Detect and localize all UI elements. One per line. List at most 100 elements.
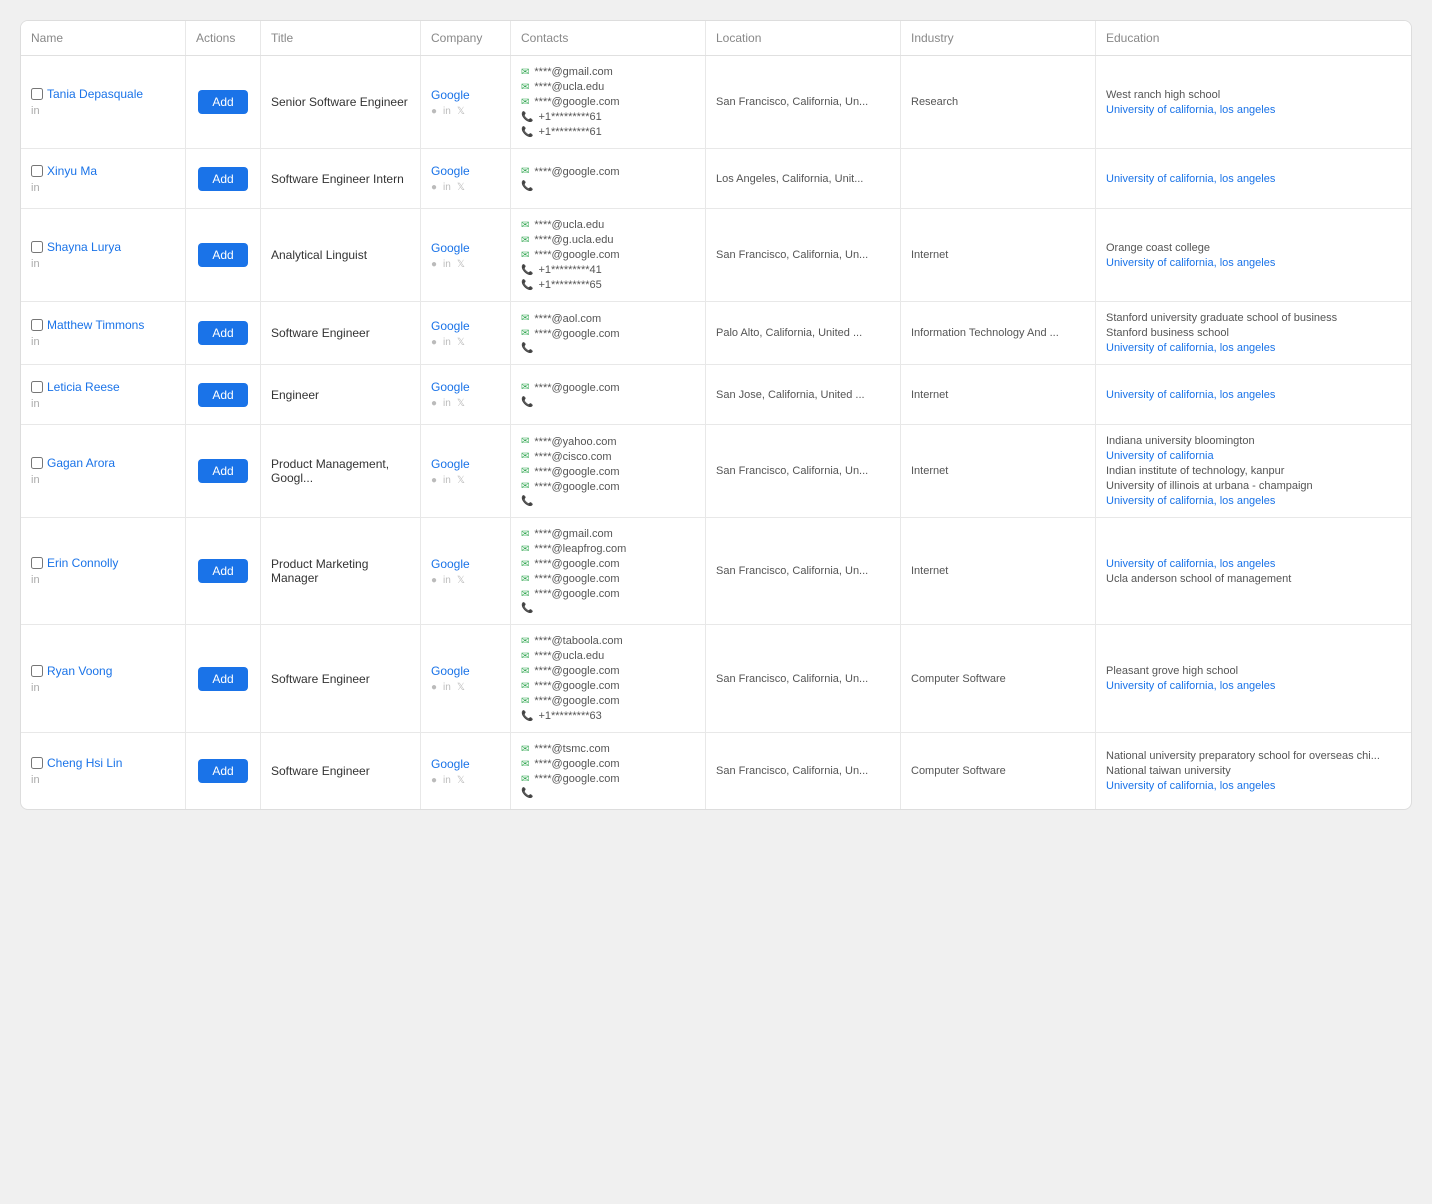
add-button[interactable]: Add	[198, 559, 247, 583]
title-cell: Software Engineer Intern	[261, 149, 421, 208]
person-name-link[interactable]: Cheng Hsi Lin	[47, 756, 122, 770]
email-icon: ✉	[521, 574, 529, 585]
add-button[interactable]: Add	[198, 321, 247, 345]
person-name-link[interactable]: Matthew Timmons	[47, 318, 144, 332]
education-link[interactable]: University of california, los angeles	[1106, 257, 1401, 269]
email-item: ✉ ****@gmail.com	[521, 528, 695, 540]
name-cell: Shayna Lurya in	[21, 209, 186, 301]
education-link[interactable]: University of california, los angeles	[1106, 680, 1401, 692]
company-link[interactable]: Google	[431, 457, 500, 471]
row-checkbox[interactable]	[31, 88, 43, 100]
education-link[interactable]: University of california, los angeles	[1106, 495, 1401, 507]
company-cell: Google ● in 𝕏	[421, 425, 511, 517]
person-name-link[interactable]: Leticia Reese	[47, 380, 120, 394]
email-item: ✉ ****@google.com	[521, 680, 695, 692]
person-name-link[interactable]: Ryan Voong	[47, 664, 112, 678]
education-link[interactable]: University of california, los angeles	[1106, 389, 1401, 401]
row-checkbox[interactable]	[31, 165, 43, 177]
company-link[interactable]: Google	[431, 664, 500, 678]
email-icon: ✉	[521, 313, 529, 324]
row-checkbox[interactable]	[31, 381, 43, 393]
phone-item: 📞 +1*********63	[521, 710, 695, 722]
linkedin-company-icon: in	[443, 475, 451, 486]
row-checkbox[interactable]	[31, 665, 43, 677]
actions-cell: Add	[186, 625, 261, 732]
location-text: San Francisco, California, Un...	[716, 673, 890, 685]
phone-text: +1*********41	[538, 264, 601, 276]
twitter-icon: 𝕏	[457, 575, 465, 586]
email-item: ✉ ****@tsmc.com	[521, 743, 695, 755]
table-header: Name Actions Title Company Contacts Loca…	[21, 21, 1411, 56]
add-button[interactable]: Add	[198, 167, 247, 191]
linkedin-company-icon: in	[443, 775, 451, 786]
education-link[interactable]: University of california	[1106, 450, 1401, 462]
email-text: ****@tsmc.com	[534, 743, 609, 755]
table-row: Matthew Timmons in AddSoftware Engineer …	[21, 302, 1411, 365]
company-link[interactable]: Google	[431, 557, 500, 571]
add-button[interactable]: Add	[198, 459, 247, 483]
email-item: ✉ ****@google.com	[521, 382, 695, 394]
phone-text: +1*********61	[538, 111, 601, 123]
email-item: ✉ ****@google.com	[521, 665, 695, 677]
table-row: Erin Connolly in AddProduct Marketing Ma…	[21, 518, 1411, 625]
email-text: ****@google.com	[534, 573, 619, 585]
person-name-link[interactable]: Shayna Lurya	[47, 240, 121, 254]
email-item: ✉ ****@ucla.edu	[521, 219, 695, 231]
person-name-link[interactable]: Gagan Arora	[47, 456, 115, 470]
name-checkbox-wrapper: Cheng Hsi Lin	[31, 756, 175, 770]
actions-cell: Add	[186, 733, 261, 809]
education-link[interactable]: University of california, los angeles	[1106, 780, 1401, 792]
phone-icon: 📞	[521, 265, 533, 276]
email-icon: ✉	[521, 466, 529, 477]
table-row: Xinyu Ma in AddSoftware Engineer Intern …	[21, 149, 1411, 209]
person-name-link[interactable]: Erin Connolly	[47, 556, 118, 570]
education-link[interactable]: University of california, los angeles	[1106, 104, 1401, 116]
person-name-link[interactable]: Xinyu Ma	[47, 164, 97, 178]
education-link[interactable]: University of california, los angeles	[1106, 342, 1401, 354]
name-social-icons: in	[31, 105, 175, 117]
add-button[interactable]: Add	[198, 383, 247, 407]
title-cell: Software Engineer	[261, 625, 421, 732]
email-icon: ✉	[521, 559, 529, 570]
add-button[interactable]: Add	[198, 243, 247, 267]
industry-text: Internet	[911, 465, 1085, 477]
company-link[interactable]: Google	[431, 380, 500, 394]
education-cell: Stanford university graduate school of b…	[1096, 302, 1411, 364]
phone-placeholder-icon: 📞	[521, 397, 533, 408]
education-link[interactable]: University of california, los angeles	[1106, 558, 1401, 570]
education-text: Pleasant grove high school	[1106, 665, 1401, 677]
add-button[interactable]: Add	[198, 667, 247, 691]
company-link[interactable]: Google	[431, 164, 500, 178]
globe-icon: ●	[431, 398, 437, 409]
company-cell: Google ● in 𝕏	[421, 209, 511, 301]
phone-placeholder-icon: 📞	[521, 788, 533, 799]
name-checkbox-wrapper: Gagan Arora	[31, 456, 175, 470]
row-checkbox[interactable]	[31, 457, 43, 469]
add-button[interactable]: Add	[198, 90, 247, 114]
name-checkbox-wrapper: Tania Depasquale	[31, 87, 175, 101]
company-link[interactable]: Google	[431, 757, 500, 771]
email-icon: ✉	[521, 67, 529, 78]
education-text: West ranch high school	[1106, 89, 1401, 101]
row-checkbox[interactable]	[31, 757, 43, 769]
location-cell: San Francisco, California, Un...	[706, 625, 901, 732]
person-name-link[interactable]: Tania Depasquale	[47, 87, 143, 101]
education-link[interactable]: University of california, los angeles	[1106, 173, 1401, 185]
email-icon: ✉	[521, 696, 529, 707]
company-link[interactable]: Google	[431, 319, 500, 333]
add-button[interactable]: Add	[198, 759, 247, 783]
row-checkbox[interactable]	[31, 557, 43, 569]
location-cell: Palo Alto, California, United ...	[706, 302, 901, 364]
title-text: Software Engineer Intern	[271, 172, 410, 186]
company-link[interactable]: Google	[431, 88, 500, 102]
industry-cell: Internet	[901, 209, 1096, 301]
company-link[interactable]: Google	[431, 241, 500, 255]
row-checkbox[interactable]	[31, 319, 43, 331]
email-icon: ✉	[521, 436, 529, 447]
location-text: Los Angeles, California, Unit...	[716, 173, 890, 185]
title-text: Engineer	[271, 388, 410, 402]
education-cell: University of california, los angeles	[1096, 365, 1411, 424]
row-checkbox[interactable]	[31, 241, 43, 253]
email-icon: ✉	[521, 544, 529, 555]
industry-cell: Research	[901, 56, 1096, 148]
